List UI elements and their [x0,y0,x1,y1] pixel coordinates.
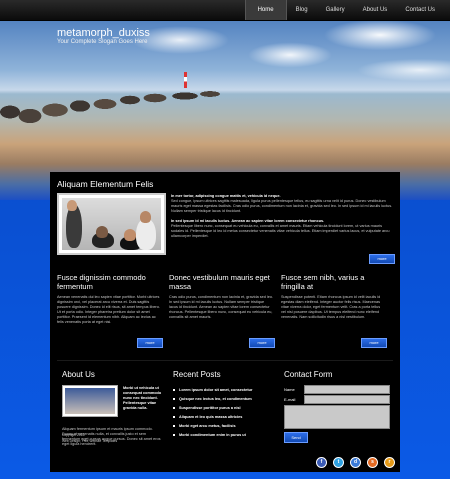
footer-divider [57,360,393,361]
send-button[interactable]: Send [284,432,308,443]
feature-title: Aliquam Elementum Felis [57,179,154,189]
facebook-icon[interactable]: f [316,457,327,468]
site-title[interactable]: metamorph_duxiss [57,27,150,39]
column-2-text: Cras odio purus, condimentum non lacinia… [169,295,274,319]
nav-home[interactable]: Home [244,0,287,20]
column-3: Fusce sem nibh, varius a fringilla at Su… [281,273,386,320]
column-2-title: Donec vestibulum mauris eget massa [169,273,270,291]
name-input[interactable] [304,385,390,394]
recent-posts-section: Recent Posts Lorem ipsum dolor sit amet,… [173,370,268,437]
recent-post-link[interactable]: Morbi condimentum enim in purus ut [173,431,263,440]
column-2-more-button[interactable]: more [249,338,275,348]
feature-image [57,193,166,255]
copyright-text: Copyright 2013. [62,433,86,437]
about-text: Aliquam fermentum ipsum et mauris ipsum … [62,427,161,446]
nav-gallery[interactable]: Gallery [317,0,354,20]
recent-post-link[interactable]: Quisque nec lectus leo, et condimentum [173,395,263,404]
recent-post-link[interactable]: Suspendisse porttitor purus a nisl [173,404,263,413]
about-side-text: Morbi ut vehicula ut consequat commodo n… [123,386,162,410]
column-1-more-button[interactable]: more [137,338,163,348]
email-label: E-mail [284,397,296,402]
recent-posts-title: Recent Posts [173,370,221,379]
content-panel: Aliquam Elementum Felis In mer tortor, a… [50,172,400,472]
feature-lead-bold: In mer tortor, adipiscing congue mattis … [171,194,281,198]
rss-icon[interactable]: r [384,457,395,468]
column-3-more-button[interactable]: more [361,338,387,348]
social-links: f t d s r [316,457,395,468]
about-title: About Us [62,370,95,379]
twitter-icon[interactable]: t [333,457,344,468]
column-3-text: Suspendisse potenti. Etiam rhoncus ipsum… [281,295,381,319]
column-3-title: Fusce sem nibh, varius a fringilla at [281,273,365,291]
feature-more-button[interactable]: more [369,254,395,264]
nav-blog[interactable]: Blog [287,0,317,20]
feature-second-bold-tail: Aenean ac sapien vitae lorem consectetur… [231,219,325,223]
nav-contact-us[interactable]: Contact Us [396,0,444,20]
feature-second-bold: In sed ipsum id mi iaculis luctus. [171,219,231,223]
contact-title: Contact Form [284,370,333,379]
column-1-text: Aenean venenatis dui leo sapien vitae po… [57,295,160,324]
recent-post-link[interactable]: Aliquam et leo quis massa ultricies [173,413,263,422]
name-label: Name [284,387,295,392]
feature-lead-text: Sed congue, ipsum ultrices sagittis male… [171,199,393,213]
email-input[interactable] [304,395,390,404]
feature-text: In mer tortor, adipiscing congue mattis … [171,194,393,239]
credit-text[interactable]: Web Design: Free Website Templates [62,439,117,443]
column-1-title: Fusce dignissim commodo fermentum [57,273,146,291]
column-2: Donec vestibulum mauris eget massa Cras … [169,273,274,320]
contact-section: Contact Form Name E-mail Send [284,370,394,450]
recent-post-link[interactable]: Lorem ipsum dolor sit amet, consectetur [173,386,263,395]
about-section: About Us Morbi ut vehicula ut consequat … [62,370,164,446]
stumbleupon-icon[interactable]: s [367,457,378,468]
column-1: Fusce dignissim commodo fermentum Aenean… [57,273,162,325]
top-navigation: Home Blog Gallery About Us Contact Us [0,0,450,21]
about-image [62,385,118,417]
recent-post-link[interactable]: Morbi eget arcu metus, facilisis [173,422,263,431]
delicious-icon[interactable]: d [350,457,361,468]
hero-rocks [0,82,220,132]
site-slogan: Your Complete Slogan Goes Here [57,39,148,45]
feature-second-text: Pellentesque libero nunc, consequat eu v… [171,224,390,238]
nav-about-us[interactable]: About Us [354,0,397,20]
message-textarea[interactable] [284,405,390,429]
lighthouse-graphic [184,72,187,88]
